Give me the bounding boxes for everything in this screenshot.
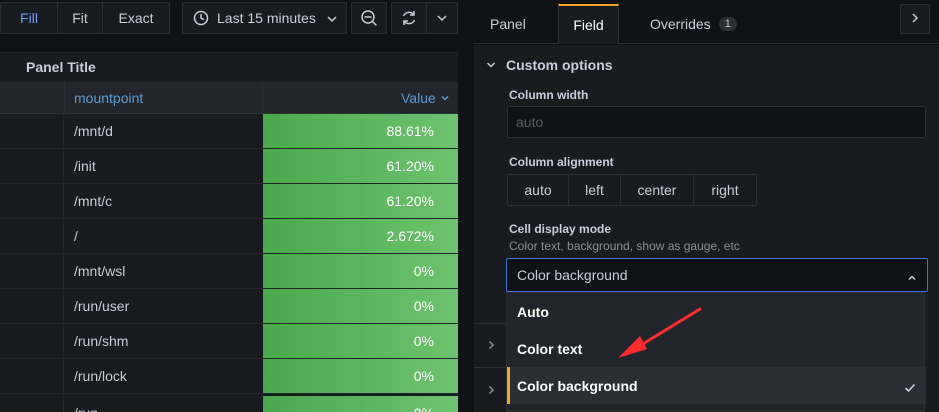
- refresh-button[interactable]: [391, 2, 427, 34]
- table-row: /mnt/wsl 0%: [0, 254, 458, 289]
- cell-value: 0%: [263, 254, 458, 288]
- section-title: Custom options: [506, 57, 613, 73]
- column-divider: [64, 82, 65, 114]
- cell-value: 0%: [263, 289, 458, 323]
- editor-tabs: Panel Field Overrides 1: [474, 0, 939, 44]
- custom-options-section-header[interactable]: Custom options: [486, 57, 613, 73]
- panel-toolbar: Fill Fit Exact Last 15 minutes: [0, 0, 465, 40]
- scale-fill-button[interactable]: Fill: [1, 3, 58, 33]
- chevron-down-icon: [326, 13, 338, 25]
- cell-display-mode-description: Color text, background, show as gauge, e…: [509, 239, 740, 253]
- column-width-placeholder: auto: [516, 114, 544, 130]
- refresh-interval-dropdown[interactable]: [426, 2, 458, 34]
- table-row: /mnt/d 88.61%: [0, 114, 458, 149]
- zoom-out-icon: [360, 9, 378, 27]
- menu-item-auto[interactable]: Auto: [507, 293, 926, 330]
- row-gutter: [0, 359, 64, 393]
- row-gutter: [0, 114, 64, 148]
- cell-display-mode-label: Cell display mode: [509, 222, 612, 236]
- column-header-value-label: Value: [401, 90, 436, 106]
- row-gutter: [0, 254, 64, 288]
- row-gutter: [0, 289, 64, 323]
- menu-item-color-background[interactable]: Color background: [507, 367, 926, 404]
- scale-mode-group: Fill Fit Exact: [0, 2, 170, 34]
- column-alignment-group: auto left center right: [507, 174, 757, 206]
- row-gutter: [0, 324, 64, 358]
- cell-value: 61.20%: [263, 184, 458, 218]
- chevron-up-icon: [907, 270, 917, 286]
- sort-desc-icon: [440, 90, 450, 106]
- cell-display-mode-value: Color background: [517, 267, 628, 283]
- column-header-mountpoint[interactable]: mountpoint: [74, 82, 143, 114]
- collapse-options-button[interactable]: [900, 4, 930, 34]
- cell-display-mode-menu: Auto Color text Color background: [506, 292, 926, 412]
- scale-exact-button[interactable]: Exact: [103, 3, 169, 33]
- cell-mountpoint: /run/shm: [74, 333, 129, 349]
- alignment-center-option[interactable]: center: [621, 175, 694, 205]
- cell-mountpoint: /run/user: [74, 298, 130, 314]
- zoom-out-button[interactable]: [351, 2, 387, 34]
- cell-mountpoint: /run: [74, 396, 98, 412]
- alignment-left-option[interactable]: left: [569, 175, 621, 205]
- alignment-right-option[interactable]: right: [694, 175, 756, 205]
- table-row: /run/shm 0%: [0, 324, 458, 359]
- cell-value: 61.20%: [263, 149, 458, 183]
- panel-title[interactable]: Panel Title: [26, 59, 96, 75]
- row-gutter: [0, 149, 64, 183]
- cell-value: 88.61%: [263, 114, 458, 148]
- time-range-label: Last 15 minutes: [217, 10, 316, 26]
- table-row: / 2.672%: [0, 219, 458, 254]
- table-row: /mnt/c 61.20%: [0, 184, 458, 219]
- tab-field[interactable]: Field: [558, 4, 619, 44]
- column-header-value[interactable]: Value: [401, 82, 450, 114]
- cell-value: 0%: [263, 396, 458, 412]
- cell-mountpoint: /run/lock: [74, 368, 127, 384]
- table-header: mountpoint Value: [0, 82, 458, 114]
- tab-overrides-label: Overrides: [650, 16, 711, 32]
- alignment-auto-option[interactable]: auto: [508, 175, 569, 205]
- check-icon: [904, 380, 916, 396]
- tab-overrides[interactable]: Overrides 1: [650, 4, 737, 44]
- chevron-down-icon: [486, 57, 496, 73]
- row-gutter: [0, 219, 64, 253]
- overrides-count-badge: 1: [718, 17, 737, 31]
- cell-mountpoint: /: [74, 228, 78, 244]
- table-panel: Panel Title mountpoint Value /mnt/d 88.61…: [0, 52, 458, 412]
- column-alignment-label: Column alignment: [509, 155, 614, 169]
- chevron-down-icon: [436, 12, 448, 24]
- table-row: /run/lock 0%: [0, 359, 458, 394]
- section-divider: [474, 323, 506, 324]
- tab-panel[interactable]: Panel: [490, 4, 526, 44]
- panel-editor-options: Panel Field Overrides 1 Custom options C…: [474, 0, 939, 412]
- options-body: Custom options Column width auto Column …: [474, 45, 939, 412]
- column-width-input[interactable]: auto: [507, 106, 926, 138]
- cell-value: 0%: [263, 324, 458, 358]
- cell-value: 0%: [263, 359, 458, 393]
- table-row: /run 0%: [0, 394, 458, 412]
- table-row: /run/user 0%: [0, 289, 458, 324]
- cell-mountpoint: /mnt/d: [74, 123, 113, 139]
- cell-display-mode-select[interactable]: Color background: [506, 258, 928, 292]
- table-row: /init 61.20%: [0, 149, 458, 184]
- row-gutter: [0, 394, 64, 412]
- cell-mountpoint: /mnt/c: [74, 193, 113, 209]
- chevron-right-icon: [909, 11, 921, 27]
- column-divider: [262, 82, 263, 114]
- cell-value: 2.672%: [263, 219, 458, 253]
- chevron-right-icon[interactable]: [486, 337, 496, 353]
- cell-mountpoint: /init: [74, 158, 96, 174]
- menu-item-color-background-label: Color background: [517, 377, 638, 394]
- time-range-picker[interactable]: Last 15 minutes: [182, 2, 347, 34]
- chevron-right-icon[interactable]: [486, 382, 496, 398]
- column-width-label: Column width: [509, 88, 589, 102]
- section-divider: [474, 367, 506, 368]
- refresh-icon: [400, 9, 418, 27]
- clock-icon: [193, 10, 209, 26]
- menu-item-color-text[interactable]: Color text: [507, 330, 926, 367]
- scale-fit-button[interactable]: Fit: [58, 3, 103, 33]
- row-gutter: [0, 184, 64, 218]
- cell-mountpoint: /mnt/wsl: [74, 263, 126, 279]
